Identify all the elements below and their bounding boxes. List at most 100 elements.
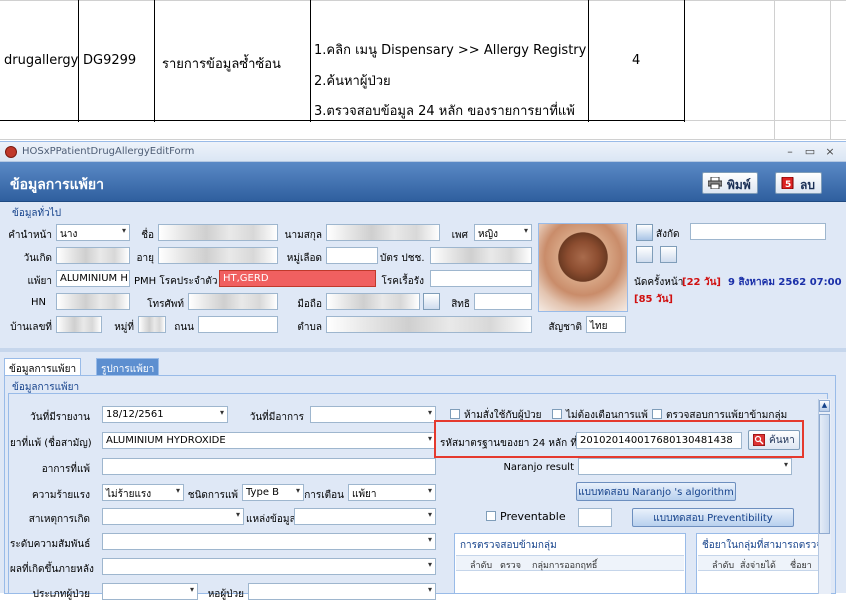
type-label: ชนิดการแพ้ bbox=[187, 490, 238, 501]
alert-value: แพ้ยา bbox=[352, 489, 377, 500]
naranjo-select[interactable]: ▾ bbox=[578, 458, 792, 475]
drug-select[interactable]: ALUMINIUM HYDROXIDE ▾ bbox=[102, 432, 436, 449]
search-code-button[interactable]: ค้นหา bbox=[748, 430, 800, 450]
patient-card-button[interactable] bbox=[660, 246, 677, 263]
rights-input[interactable] bbox=[474, 293, 532, 310]
hn-input[interactable] bbox=[56, 293, 130, 310]
source-select[interactable]: ▾ bbox=[294, 508, 436, 525]
nationality-label: สัญชาติ bbox=[548, 322, 582, 333]
report-date-label: วันที่มีรายงาน bbox=[30, 412, 90, 423]
mobile-input[interactable] bbox=[326, 293, 420, 310]
chevron-down-icon: ▾ bbox=[427, 434, 432, 443]
road-input[interactable] bbox=[198, 316, 278, 333]
chronic-input[interactable] bbox=[430, 270, 532, 287]
outcome-label: ผลที่เกิดขึ้นภายหลัง bbox=[10, 564, 94, 575]
road-label: ถนน bbox=[174, 322, 194, 333]
cell-description: รายการข้อมูลซ้ำซ้อน bbox=[162, 57, 281, 72]
surname-input[interactable] bbox=[326, 224, 440, 241]
rights-label: สิทธิ bbox=[451, 299, 470, 310]
idcard-input[interactable] bbox=[430, 247, 532, 264]
drug-value: ALUMINIUM HYDROXIDE bbox=[106, 435, 226, 446]
chronic-label: โรคเรื้อรัง bbox=[381, 276, 424, 287]
mobile-label: มือถือ bbox=[297, 299, 322, 310]
preventable-checkbox[interactable]: Preventable bbox=[486, 510, 566, 523]
ward-select[interactable]: ▾ bbox=[248, 583, 436, 600]
report-date-input[interactable]: 18/12/2561 ▾ bbox=[102, 406, 228, 423]
cross-col-group: กลุ่มการออกฤทธิ์ bbox=[532, 561, 598, 571]
svg-text:5: 5 bbox=[785, 180, 791, 189]
type-select[interactable]: Type B ▾ bbox=[242, 484, 304, 501]
chevron-down-icon: ▾ bbox=[523, 226, 528, 235]
pmh-input[interactable]: HT,GERD bbox=[219, 270, 376, 287]
source-label: แหล่งข้อมูล bbox=[246, 514, 296, 525]
name-input[interactable] bbox=[158, 224, 278, 241]
cell-id: DG9299 bbox=[83, 53, 137, 68]
maximize-button[interactable]: ▭ bbox=[802, 144, 818, 159]
house-label: บ้านเลขที่ bbox=[10, 322, 52, 333]
chevron-down-icon: ▾ bbox=[427, 486, 432, 495]
age-label: อายุ bbox=[136, 253, 154, 264]
checkbox-box bbox=[552, 409, 562, 419]
same-col-drugname: ชื่อยา bbox=[790, 561, 812, 571]
grid-line bbox=[154, 0, 155, 122]
alert-select[interactable]: แพ้ยา ▾ bbox=[348, 484, 436, 501]
prefix-value: นาง bbox=[60, 229, 78, 240]
splitter[interactable] bbox=[0, 348, 846, 352]
cell-step-2: 2.ค้นหาผู้ป่วย bbox=[314, 74, 391, 89]
cell-code: drugallergy bbox=[4, 53, 79, 68]
nationality-input[interactable]: ไทย bbox=[586, 316, 626, 333]
status-input[interactable] bbox=[690, 223, 826, 240]
scroll-up-button[interactable]: ▲ bbox=[819, 400, 830, 412]
preventable-score-input[interactable] bbox=[578, 508, 612, 527]
grid-line bbox=[684, 0, 685, 122]
close-button[interactable]: × bbox=[822, 144, 838, 159]
delete-label: ลบ bbox=[800, 178, 815, 192]
checkbox-box bbox=[652, 409, 662, 419]
grid-line bbox=[310, 0, 311, 122]
prefix-select[interactable]: นาง ▾ bbox=[56, 224, 130, 241]
sex-label: เพศ bbox=[451, 230, 468, 241]
tab-allergy-info[interactable]: ข้อมูลการแพ้ยา bbox=[4, 358, 82, 375]
relation-select[interactable]: ▾ bbox=[102, 533, 436, 550]
severity-select[interactable]: ไม่ร้ายแรง ▾ bbox=[102, 484, 184, 501]
preventability-test-button[interactable]: แบบทดสอบ Preventibility bbox=[632, 508, 794, 527]
phone-input[interactable] bbox=[188, 293, 278, 310]
search-code-label: ค้นหา bbox=[769, 435, 795, 446]
birthdate-label: วันเกิด bbox=[23, 253, 52, 264]
status-label: สังกัด bbox=[656, 229, 680, 240]
symptom-date-input[interactable]: ▾ bbox=[310, 406, 436, 423]
camera-button[interactable] bbox=[636, 224, 653, 241]
naranjo-test-button[interactable]: แบบทดสอบ Naranjo 's algorithm bbox=[576, 482, 736, 501]
edit-photo-button[interactable] bbox=[636, 246, 653, 263]
scroll-thumb[interactable] bbox=[819, 414, 830, 534]
chevron-down-icon: ▾ bbox=[427, 510, 432, 519]
allergy-summary-input[interactable]: ALUMINIUM H bbox=[56, 270, 130, 287]
tambon-input[interactable] bbox=[326, 316, 532, 333]
name-label: ชื่อ bbox=[141, 230, 154, 241]
moo-input[interactable] bbox=[138, 316, 166, 333]
report-date-value: 18/12/2561 bbox=[106, 409, 164, 420]
surname-label: นามสกุล bbox=[284, 230, 322, 241]
prefix-label: คำนำหน้า bbox=[8, 230, 52, 241]
idcard-label: บัตร ปชช. bbox=[380, 253, 425, 264]
birthdate-input[interactable] bbox=[56, 247, 130, 264]
chevron-down-icon: ▾ bbox=[121, 226, 126, 235]
patient-type-label: ประเภทผู้ป่วย bbox=[32, 589, 90, 600]
chevron-down-icon: ▾ bbox=[427, 535, 432, 544]
tab-allergy-pattern[interactable]: รูปการแพ้ยา bbox=[96, 358, 160, 375]
delete-button[interactable]: 5 ลบ bbox=[775, 172, 822, 194]
mobile-lookup-button[interactable] bbox=[423, 293, 440, 310]
patient-type-select[interactable]: ▾ bbox=[102, 583, 198, 600]
blood-group-input[interactable] bbox=[326, 247, 378, 264]
age-input[interactable] bbox=[158, 247, 278, 264]
sex-select[interactable]: หญิง ▾ bbox=[474, 224, 532, 241]
print-button[interactable]: พิมพ์ bbox=[702, 172, 758, 194]
cell-count: 4 bbox=[632, 53, 641, 68]
house-input[interactable] bbox=[56, 316, 102, 333]
outcome-select[interactable]: ▾ bbox=[102, 558, 436, 575]
cross-col-order: ลำดับ bbox=[470, 561, 493, 571]
minimize-button[interactable]: – bbox=[782, 144, 798, 159]
cause-select[interactable]: ▾ bbox=[102, 508, 244, 525]
code24-input[interactable]: 201020140017680130481438 bbox=[576, 432, 742, 449]
symptom-input[interactable] bbox=[102, 458, 436, 475]
